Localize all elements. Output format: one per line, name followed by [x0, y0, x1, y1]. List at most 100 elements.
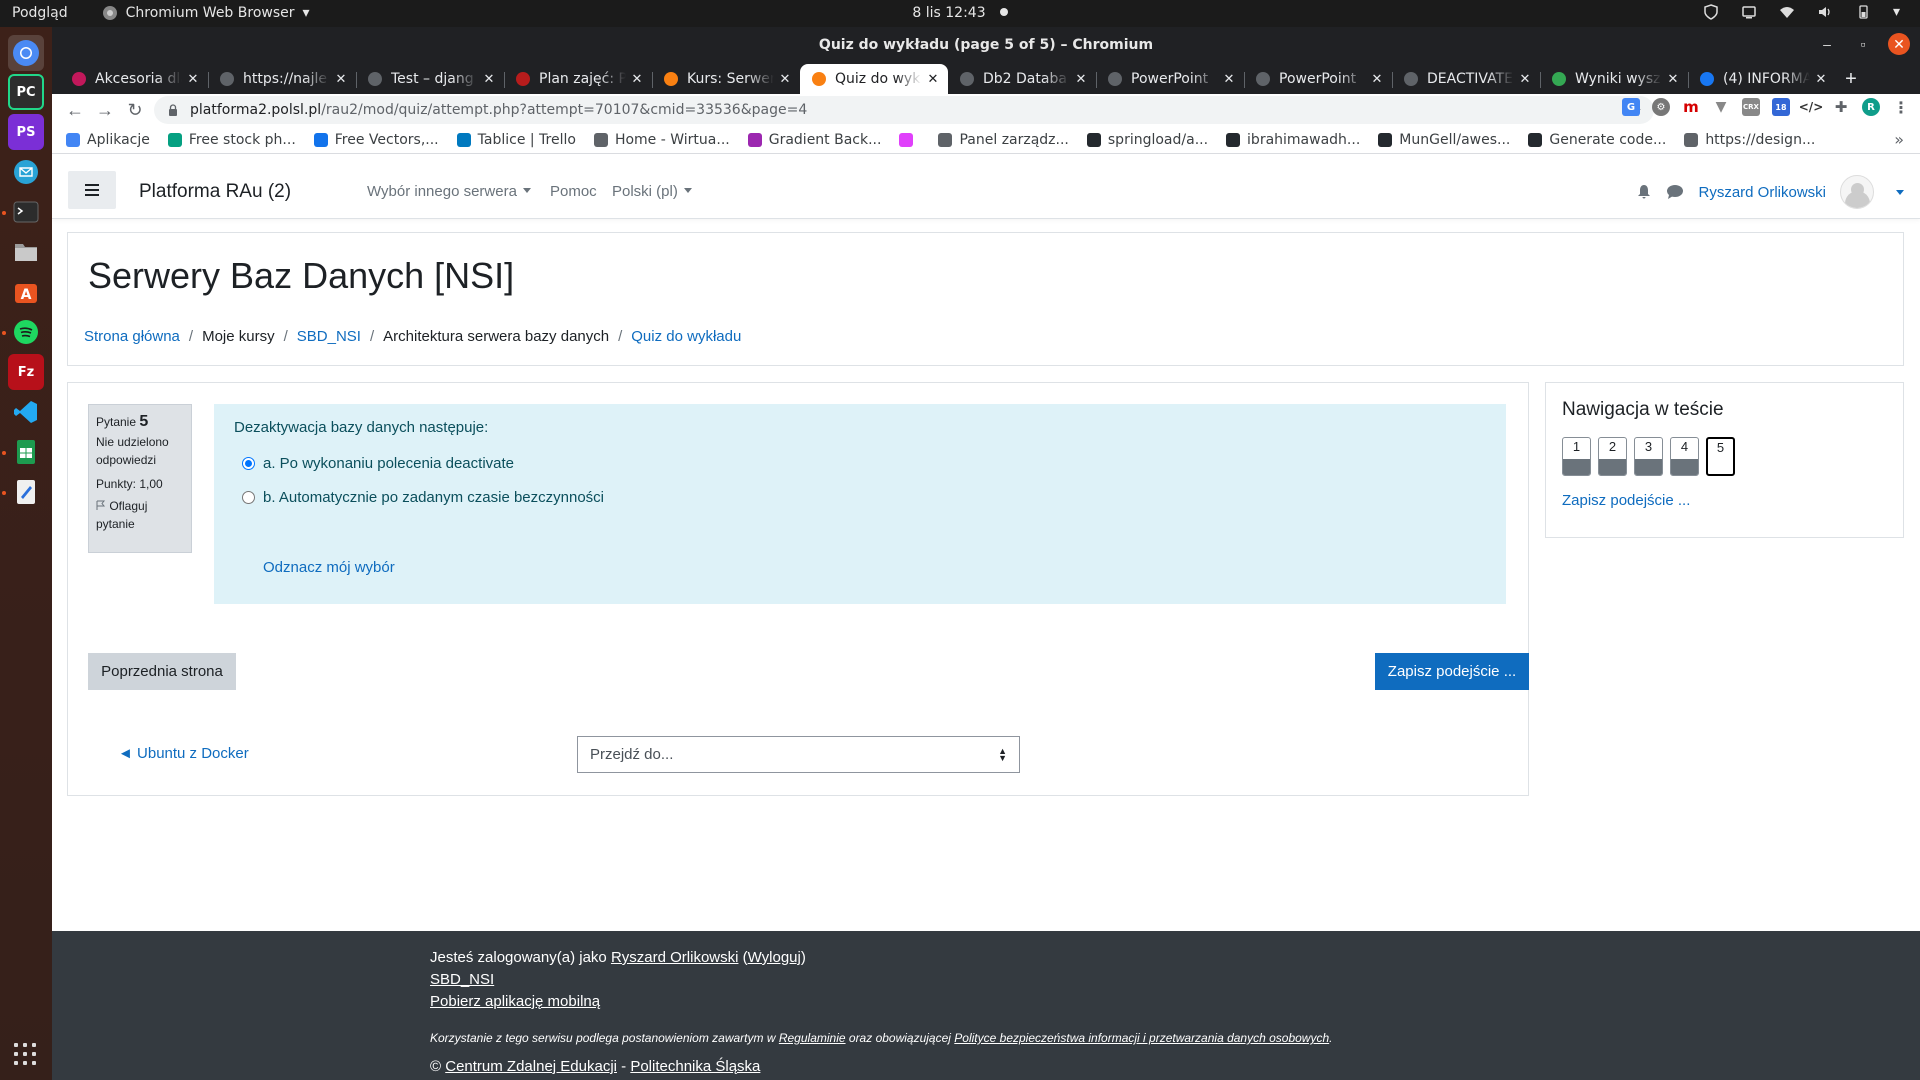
profile-avatar-icon[interactable]: R — [1862, 98, 1880, 116]
question-nav-button-5[interactable]: 5 — [1706, 437, 1735, 476]
browser-tab[interactable]: Quiz do wyk ✕ — [800, 64, 948, 94]
extension-badge-icon[interactable]: 18 — [1772, 98, 1790, 116]
activities-menu[interactable]: Podgląd — [12, 5, 68, 21]
bookmark-item[interactable]: Tablice | Trello — [456, 132, 576, 148]
answer-b-radio[interactable] — [242, 491, 255, 504]
question-nav-button-4[interactable]: 4 — [1670, 437, 1699, 476]
bookmark-item[interactable]: Aplikacje — [66, 132, 150, 148]
logout-link[interactable]: Wyloguj — [748, 949, 801, 966]
answer-option-a[interactable]: a. Po wykonaniu polecenia deactivate — [242, 455, 514, 472]
browser-tab[interactable]: Plan zajęć: P ✕ — [504, 64, 652, 94]
server-select-menu[interactable]: Wybór innego serwera — [367, 183, 531, 200]
avatar[interactable] — [1840, 175, 1874, 209]
bookmark-item[interactable]: Panel zarządz... — [938, 132, 1069, 148]
site-name[interactable]: Platforma RAu (2) — [139, 181, 291, 203]
bookmark-item[interactable]: MunGell/awes... — [1378, 132, 1510, 148]
breadcrumb-course[interactable]: SBD_NSI — [297, 328, 361, 345]
language-menu[interactable]: Polski (pl) — [612, 183, 692, 200]
dock-vscode[interactable] — [8, 394, 44, 430]
active-app-menu[interactable]: Chromium Web Browser ▾ — [102, 5, 310, 21]
answer-option-b[interactable]: b. Automatycznie po zadanym czasie bezcz… — [242, 489, 604, 506]
clock[interactable]: 8 lis 12:43 — [912, 5, 1008, 21]
dock-software[interactable]: A — [8, 274, 44, 310]
extension-crx-icon[interactable]: CRX — [1742, 98, 1760, 116]
browser-tab[interactable]: PowerPoint ✕ — [1244, 64, 1392, 94]
browser-tab[interactable]: Wyniki wysz ✕ — [1540, 64, 1688, 94]
browser-tab[interactable]: PowerPoint ✕ — [1096, 64, 1244, 94]
bookmark-item[interactable]: https://design... — [1684, 132, 1815, 148]
extension-m-icon[interactable]: m — [1682, 98, 1700, 116]
question-nav-button-1[interactable]: 1 — [1562, 437, 1591, 476]
maximize-button[interactable]: ▫ — [1852, 33, 1874, 55]
mobile-app-link[interactable]: Pobierz aplikację mobilną — [430, 993, 600, 1010]
chevron-down-icon[interactable]: ▾ — [1893, 4, 1900, 20]
close-window-button[interactable]: ✕ — [1888, 33, 1910, 55]
finish-attempt-button[interactable]: Zapisz podejście ... — [1375, 653, 1529, 690]
dock-filezilla[interactable]: Fz — [8, 354, 44, 390]
close-tab-icon[interactable]: ✕ — [1666, 72, 1680, 87]
bell-icon[interactable] — [1636, 184, 1652, 200]
dock-text-editor[interactable] — [8, 474, 44, 510]
shield-icon[interactable] — [1703, 4, 1719, 20]
dock-spreadsheet[interactable] — [8, 434, 44, 470]
bookmark-item[interactable]: ibrahimawadh... — [1226, 132, 1360, 148]
back-button[interactable]: ← — [60, 96, 90, 124]
terms-link[interactable]: Regulaminie — [779, 1031, 846, 1045]
dock-pycharm[interactable]: PC — [8, 74, 44, 110]
extension-gear-icon[interactable]: ⚙ — [1652, 98, 1670, 116]
dock-mail[interactable] — [8, 154, 44, 190]
previous-activity-link[interactable]: ◄ Ubuntu z Docker — [118, 745, 249, 762]
bookmark-item[interactable]: Home - Wirtua... — [593, 132, 730, 148]
close-tab-icon[interactable]: ✕ — [1518, 72, 1532, 87]
question-nav-button-2[interactable]: 2 — [1598, 437, 1627, 476]
footer-course-link[interactable]: SBD_NSI — [430, 971, 494, 988]
clear-choice-link[interactable]: Odznacz mój wybór — [263, 559, 395, 576]
browser-tab[interactable]: (4) INFORMA ✕ — [1688, 64, 1836, 94]
reload-button[interactable]: ↻ — [120, 96, 150, 124]
dock-chromium[interactable] — [8, 35, 44, 71]
jump-to-select[interactable]: Przejdź do... ▲ ▼ — [577, 736, 1020, 773]
dock-spotify[interactable] — [8, 314, 44, 350]
forward-button[interactable]: → — [90, 96, 120, 124]
more-menu-icon[interactable]: ⋮ — [1892, 98, 1910, 117]
puzzle-icon[interactable]: ✚ — [1832, 98, 1850, 116]
browser-tab[interactable]: Test – djang ✕ — [356, 64, 504, 94]
browser-tab[interactable]: Db2 Databa ✕ — [948, 64, 1096, 94]
code-icon[interactable]: </> — [1799, 98, 1824, 116]
bookmark-item[interactable]: Free stock ph... — [167, 132, 296, 148]
bookmark-item[interactable]: Gradient Back... — [747, 132, 881, 148]
close-tab-icon[interactable]: ✕ — [1074, 72, 1088, 87]
browser-tab[interactable]: Akcesoria dla ✕ — [60, 64, 208, 94]
close-tab-icon[interactable]: ✕ — [1370, 72, 1384, 87]
volume-icon[interactable] — [1817, 4, 1833, 20]
bookmark-item[interactable]: Free Vectors,... — [313, 132, 439, 148]
close-tab-icon[interactable]: ✕ — [186, 72, 200, 87]
extension-v-icon[interactable]: ▼ — [1712, 98, 1730, 116]
finish-attempt-link[interactable]: Zapisz podejście ... — [1562, 492, 1690, 509]
caret-down-icon[interactable] — [1896, 189, 1904, 195]
wifi-icon[interactable] — [1779, 4, 1795, 20]
breadcrumb-quiz[interactable]: Quiz do wykładu — [631, 328, 741, 345]
dock-files[interactable] — [8, 234, 44, 270]
browser-tab[interactable]: https://najle ✕ — [208, 64, 356, 94]
drawer-toggle-button[interactable] — [68, 171, 116, 209]
minimize-button[interactable]: – — [1816, 33, 1838, 55]
help-link[interactable]: Pomoc — [550, 183, 597, 200]
bookmark-item[interactable]: Generate code... — [1528, 132, 1666, 148]
translate-icon[interactable]: G — [1622, 98, 1640, 116]
dock-phpstorm[interactable]: PS — [8, 114, 44, 150]
bookmark-item[interactable] — [899, 132, 920, 148]
new-tab-button[interactable]: + — [1836, 64, 1866, 94]
close-tab-icon[interactable]: ✕ — [778, 72, 792, 87]
org-link-czae[interactable]: Centrum Zdalnej Edukacji — [445, 1058, 617, 1075]
close-tab-icon[interactable]: ✕ — [630, 72, 644, 87]
footer-user-link[interactable]: Ryszard Orlikowski — [611, 949, 739, 966]
battery-icon[interactable] — [1855, 4, 1871, 20]
dock-terminal[interactable] — [8, 194, 44, 230]
previous-page-button[interactable]: Poprzednia strona — [88, 653, 236, 690]
flag-question-button[interactable]: Oflaguj pytanie — [96, 497, 184, 533]
question-nav-button-3[interactable]: 3 — [1634, 437, 1663, 476]
user-name-link[interactable]: Ryszard Orlikowski — [1698, 184, 1826, 201]
show-applications-icon[interactable] — [14, 1043, 36, 1065]
screen-icon[interactable] — [1741, 4, 1757, 20]
